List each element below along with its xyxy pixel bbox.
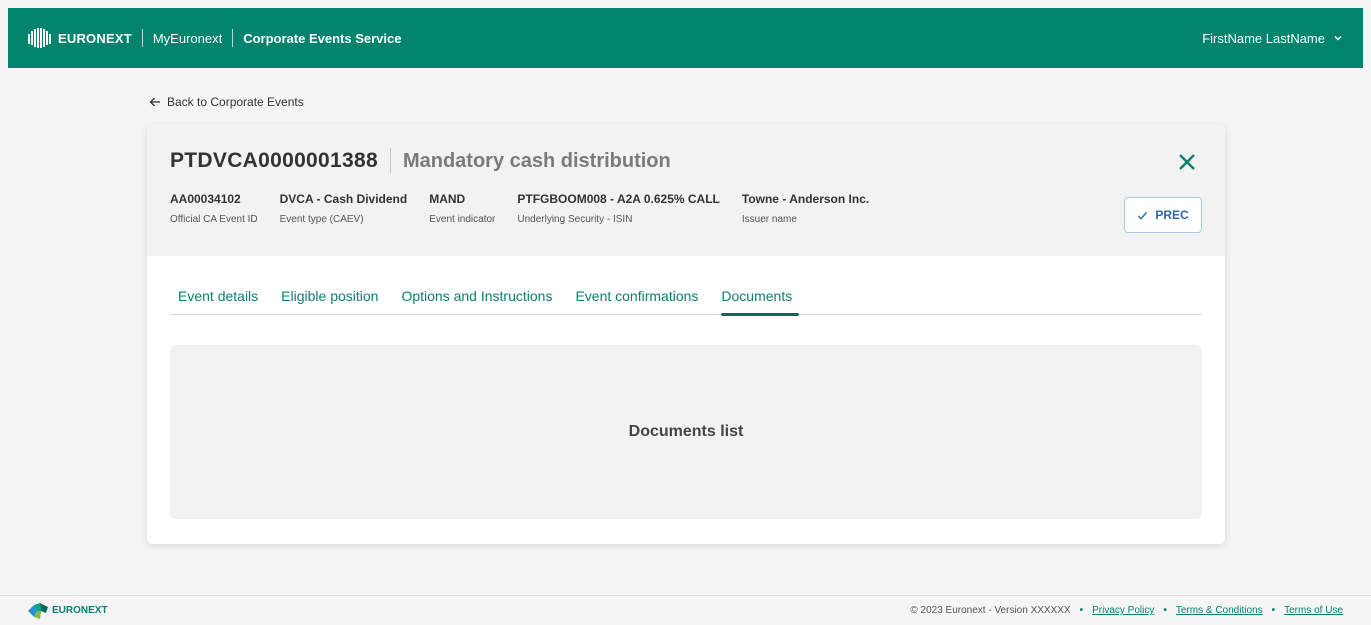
euronext-logo-icon[interactable]	[28, 28, 52, 48]
header-divider	[232, 29, 234, 47]
tab-event-details[interactable]: Event details	[170, 288, 258, 315]
documents-list-placeholder: Documents list	[628, 423, 744, 440]
meta-label: Event type (CAEV)	[279, 214, 364, 225]
event-title: Mandatory cash distribution	[402, 149, 671, 172]
back-link-label: Back to Corporate Events	[167, 95, 304, 109]
meta-value: DVCA - Cash Dividend	[279, 192, 408, 206]
tab-documents[interactable]: Documents	[721, 288, 800, 316]
tab-eligible-position[interactable]: Eligible position	[274, 288, 378, 315]
tab-options-and-instructions[interactable]: Options and Instructions	[394, 288, 552, 315]
myeuronext-link[interactable]: MyEuronext	[153, 31, 222, 46]
documents-panel: Documents list	[170, 345, 1202, 519]
meta-issuer-name: Towne - Anderson Inc. Issuer name	[742, 192, 869, 225]
meta-label: Official CA Event ID	[170, 214, 258, 225]
status-prec-button[interactable]: PREC	[1124, 197, 1202, 233]
meta-event-indicator: MAND Event indicator	[429, 192, 495, 225]
meta-value: AA00034102	[170, 192, 241, 206]
meta-label: Event indicator	[429, 214, 496, 225]
title-divider	[389, 148, 391, 174]
meta-label: Issuer name	[741, 214, 797, 225]
event-meta-row: AA00034102 Official CA Event ID DVCA - C…	[170, 192, 1202, 225]
top-navigation-bar: EURONEXT MyEuronext Corporate Events Ser…	[8, 8, 1363, 68]
meta-value: Towne - Anderson Inc.	[741, 192, 870, 206]
brand-name[interactable]: EURONEXT	[58, 31, 132, 46]
event-tabs: Event details Eligible position Options …	[170, 288, 1202, 316]
close-icon[interactable]	[1177, 152, 1197, 172]
event-header: PTDVCA0000001388 Mandatory cash distribu…	[147, 124, 1225, 256]
meta-event-type: DVCA - Cash Dividend Event type (CAEV)	[280, 192, 408, 225]
tab-event-confirmations[interactable]: Event confirmations	[568, 288, 698, 315]
service-title[interactable]: Corporate Events Service	[243, 31, 401, 46]
arrow-left-icon	[149, 97, 160, 107]
footer-links: © 2023 Euronext - Version XXXXXX • Priva…	[910, 605, 1343, 616]
meta-underlying-security: PTFGBOOM008 - A2A 0.625% CALL Underlying…	[517, 192, 720, 225]
back-link[interactable]: Back to Corporate Events	[149, 95, 304, 109]
chevron-down-icon	[1334, 35, 1342, 41]
meta-official-ca-event-id: AA00034102 Official CA Event ID	[170, 192, 258, 225]
footer-brand-name: EURONEXT	[52, 605, 108, 616]
meta-value: MAND	[429, 192, 466, 206]
footer-separator: •	[1079, 605, 1084, 616]
status-prec-label: PREC	[1155, 208, 1189, 222]
event-card: PTDVCA0000001388 Mandatory cash distribu…	[147, 124, 1225, 544]
event-id: PTDVCA0000001388	[170, 149, 378, 172]
terms-conditions-link[interactable]: Terms & Conditions	[1176, 605, 1263, 616]
footer-separator: •	[1163, 605, 1167, 616]
meta-label: Underlying Security - ISIN	[517, 214, 633, 225]
user-name: FirstName LastName	[1202, 30, 1325, 46]
copyright-text: © 2023 Euronext - Version XXXXXX	[910, 605, 1071, 616]
event-title-row: PTDVCA0000001388 Mandatory cash distribu…	[170, 148, 1202, 174]
brand: EURONEXT MyEuronext Corporate Events Ser…	[28, 28, 401, 48]
check-icon	[1138, 211, 1148, 220]
footer: EURONEXT © 2023 Euronext - Version XXXXX…	[0, 595, 1371, 625]
footer-brand: EURONEXT	[28, 602, 108, 619]
user-menu[interactable]: FirstName LastName	[1202, 31, 1343, 46]
privacy-policy-link[interactable]: Privacy Policy	[1092, 605, 1154, 616]
header-divider	[141, 29, 143, 47]
terms-of-use-link[interactable]: Terms of Use	[1284, 605, 1343, 616]
euronext-logo-icon	[28, 602, 48, 619]
meta-value: PTFGBOOM008 - A2A 0.625% CALL	[517, 192, 720, 206]
footer-separator: •	[1271, 605, 1276, 616]
